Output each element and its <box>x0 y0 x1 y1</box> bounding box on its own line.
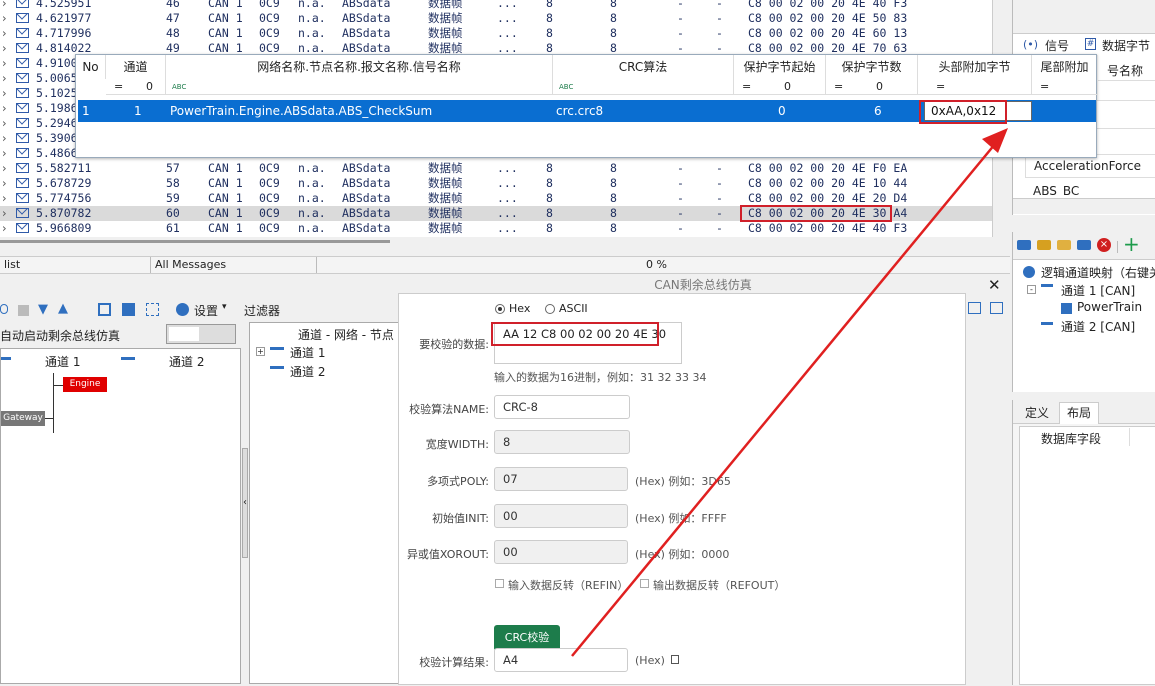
annotation-arrow <box>571 128 1008 657</box>
